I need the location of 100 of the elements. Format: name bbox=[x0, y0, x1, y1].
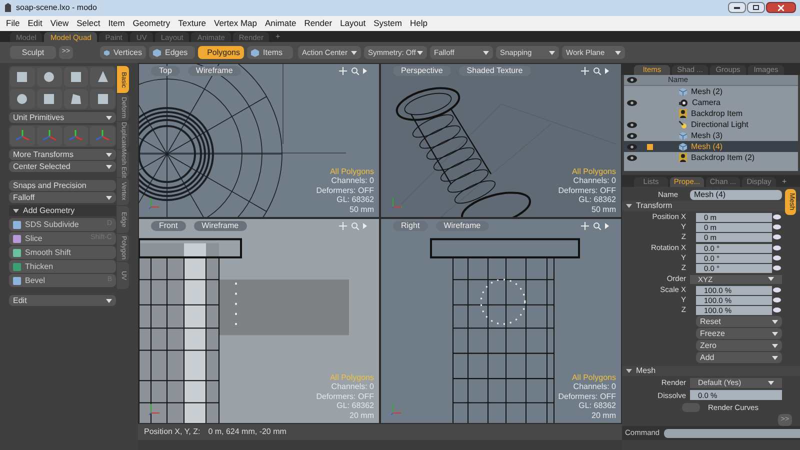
eye-icon[interactable] bbox=[627, 132, 637, 138]
play-icon[interactable] bbox=[363, 68, 367, 74]
view-selector[interactable]: Right bbox=[393, 221, 428, 231]
close-icon bbox=[778, 4, 784, 11]
item-row[interactable]: Mesh (3) bbox=[624, 130, 798, 141]
move-icon[interactable] bbox=[581, 67, 589, 75]
eye-icon[interactable] bbox=[627, 77, 637, 83]
zoom-icon[interactable] bbox=[593, 67, 601, 75]
view-selector[interactable]: Front bbox=[151, 221, 186, 231]
viewport[interactable]: Right Wireframe All Polygons Channels: 0 Deformers: OFF GL: 68362 20 mm bbox=[381, 219, 621, 423]
item-name: Backdrop Item (2) bbox=[691, 152, 755, 164]
status-label: Position X, Y, Z: bbox=[144, 426, 200, 438]
menu-item[interactable]: Item bbox=[108, 16, 125, 30]
item-name: Mesh (4) bbox=[691, 140, 723, 152]
menu-item[interactable]: Animate bbox=[265, 16, 296, 30]
primitive-tool-button[interactable] bbox=[10, 89, 35, 109]
maximize-button[interactable] bbox=[747, 2, 765, 14]
menu-item[interactable]: Help bbox=[410, 16, 428, 30]
viewport[interactable]: Perspective Shaded Texture All Polygons Channels: 0 Deformers: OFF GL: 68362 50 mm bbox=[381, 64, 621, 217]
primitive-tool-button[interactable] bbox=[90, 67, 115, 87]
disclosure-triangle-icon[interactable] bbox=[626, 203, 632, 210]
menu-item[interactable]: Vertex Map bbox=[214, 16, 257, 30]
selection-mode-button[interactable]: Vertices bbox=[100, 46, 146, 60]
shading-selector[interactable]: Wireframe bbox=[194, 221, 247, 231]
shading-selector[interactable]: Shaded Texture bbox=[458, 66, 531, 76]
axis-icon bbox=[149, 197, 161, 209]
section-header[interactable]: Mesh bbox=[622, 366, 800, 376]
caret-icon bbox=[106, 164, 112, 168]
section-header[interactable]: Add Geometry bbox=[9, 205, 116, 216]
shading-selector[interactable]: Wireframe bbox=[188, 66, 241, 76]
menu-item[interactable]: Select bbox=[76, 16, 100, 30]
dropdown[interactable]: Falloff bbox=[9, 192, 116, 203]
zoom-icon[interactable] bbox=[593, 222, 601, 230]
transform-gizmo-icon bbox=[96, 130, 110, 142]
menu-item[interactable]: Geometry bbox=[132, 16, 170, 30]
menu-item[interactable]: Layout bbox=[340, 16, 366, 30]
viewport[interactable]: Top Wireframe All Polygons Channels: 0 Deformers: OFF GL: 68362 50 mm bbox=[139, 64, 379, 217]
window-title: soap-scene.lxo - modo bbox=[16, 2, 97, 14]
zoom-icon[interactable] bbox=[351, 67, 359, 75]
disclosure-triangle-icon[interactable] bbox=[13, 208, 19, 214]
item-row[interactable]: Backdrop Item (2) bbox=[624, 152, 798, 163]
menu-item[interactable]: File bbox=[6, 16, 20, 30]
tool-button[interactable]: Smooth Shift bbox=[9, 246, 116, 259]
menu-item[interactable]: System bbox=[374, 16, 402, 30]
viewport-stat: GL: 68362 bbox=[336, 401, 374, 410]
item-row[interactable]: Backdrop Item bbox=[624, 108, 798, 119]
view-selector[interactable]: Top bbox=[151, 66, 180, 76]
play-icon[interactable] bbox=[605, 68, 609, 74]
item-row[interactable]: Directional Light bbox=[624, 119, 798, 130]
dropdown[interactable]: Zero bbox=[696, 340, 782, 352]
dropdown[interactable]: Freeze bbox=[696, 328, 782, 340]
menu-item[interactable]: Render bbox=[304, 16, 332, 30]
item-row[interactable]: Mesh (2) bbox=[624, 86, 798, 97]
play-icon[interactable] bbox=[605, 223, 609, 229]
axis-icon bbox=[391, 197, 403, 209]
minimize-button[interactable] bbox=[728, 2, 746, 14]
dropdown[interactable]: Add bbox=[696, 352, 782, 364]
item-row[interactable]: Mesh (4) bbox=[624, 141, 798, 152]
eye-icon[interactable] bbox=[627, 100, 637, 106]
add-tab-button[interactable]: + bbox=[271, 32, 284, 42]
add-tab-button[interactable]: + bbox=[778, 177, 791, 187]
viewport-stat: 50 mm bbox=[350, 204, 374, 214]
selection-mode-button[interactable]: Items bbox=[247, 46, 293, 60]
name-field[interactable]: Mesh (4) bbox=[690, 190, 782, 200]
snaps-button[interactable]: Snaps and Precision bbox=[9, 180, 116, 191]
primitive-tool-button[interactable] bbox=[36, 67, 62, 87]
status-value: 0 m, 624 mm, -20 mm bbox=[208, 426, 286, 438]
viewport[interactable]: Front Wireframe All Polygons Channels: 0 Deformers: OFF GL: 68362 20 mm bbox=[139, 219, 379, 423]
dropdown[interactable]: Center Selected bbox=[9, 161, 116, 172]
eye-icon[interactable] bbox=[627, 144, 637, 150]
menu-item[interactable]: View bbox=[50, 16, 69, 30]
menu-item[interactable]: Texture bbox=[178, 16, 206, 30]
dropdown[interactable]: Reset bbox=[696, 316, 782, 328]
eye-icon[interactable] bbox=[627, 122, 637, 128]
move-icon[interactable] bbox=[339, 67, 347, 75]
caret-icon bbox=[549, 50, 555, 55]
selection-mode-button[interactable]: Edges bbox=[149, 46, 195, 60]
caret-icon bbox=[772, 332, 778, 336]
primitive-tool-button[interactable] bbox=[64, 67, 88, 87]
eye-icon[interactable] bbox=[627, 154, 637, 160]
viewport-stat: 20 mm bbox=[350, 410, 374, 420]
item-row[interactable]: Camera bbox=[624, 97, 798, 108]
caret-icon bbox=[483, 50, 489, 55]
selection-mode-button[interactable]: Polygons bbox=[198, 46, 244, 60]
primitive-tool-button[interactable] bbox=[64, 89, 88, 109]
disclosure-triangle-icon[interactable] bbox=[626, 368, 632, 374]
primitive-tool-button[interactable] bbox=[10, 67, 35, 87]
shading-selector[interactable]: Wireframe bbox=[436, 221, 489, 231]
menu-item[interactable]: Edit bbox=[28, 16, 42, 30]
move-icon[interactable] bbox=[581, 222, 589, 230]
sculpt-button[interactable]: Sculpt bbox=[10, 46, 56, 60]
dropdown[interactable]: Unit Primitives bbox=[9, 112, 116, 123]
tool-button[interactable]: Thicken bbox=[9, 260, 116, 273]
dropdown[interactable]: More Transforms bbox=[9, 149, 116, 160]
primitive-tool-button[interactable] bbox=[36, 89, 62, 109]
minimize-icon bbox=[734, 6, 740, 9]
close-button[interactable] bbox=[766, 2, 796, 14]
dropdown[interactable]: Edit bbox=[9, 295, 116, 306]
primitive-tool-button[interactable] bbox=[90, 89, 115, 109]
view-selector[interactable]: Perspective bbox=[393, 66, 451, 76]
